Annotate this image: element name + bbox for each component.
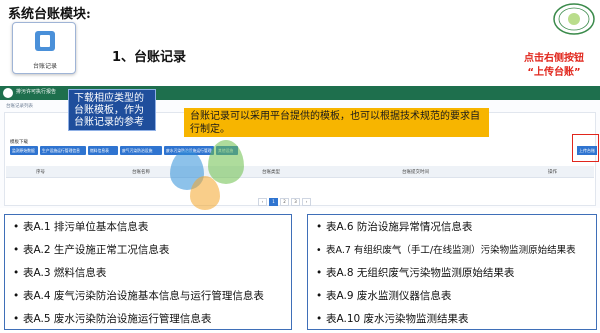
upload-ledger-button[interactable]: 上传台账 [577,146,597,155]
watermark-drop-orange-icon [190,176,220,210]
app-logo-icon [3,88,13,98]
list-item-text: 表A.8 无组织废气污染物监测原始结果表 [326,267,515,279]
column-header-index: 序号 [36,170,45,175]
list-item: • 表A.9 废水监测仪器信息表 [316,290,452,302]
pager-page-1[interactable]: 1 [269,198,278,206]
list-item: • 表A.8 无组织废气污染物监测原始结果表 [316,267,515,279]
template-button-2[interactable]: 生产设施运行管理信息 [40,146,86,155]
list-item-text: 表A.2 生产设施正常工况信息表 [23,244,170,256]
column-header-type: 台账类型 [262,170,280,175]
list-item: • 表A.7 有组织废气（手工/在线监测）污染物监测原始结果表 [316,245,576,256]
list-item-text: 表A.7 有组织废气（手工/在线监测）污染物监测原始结果表 [326,245,576,256]
list-item-text: 表A.10 废水污染物监测结果表 [326,313,469,325]
list-item: • 表A.3 燃料信息表 [13,267,107,279]
list-item-text: 表A.5 废水污染防治设施运行管理信息表 [23,313,212,325]
module-card-ledger[interactable]: 台账记录 [12,22,76,74]
list-item: • 表A.4 废气污染防治设施基本信息与运行管理信息表 [13,290,264,302]
list-item: • 表A.2 生产设施正常工况信息表 [13,244,170,256]
template-callout: 下载相应类型的台账模板，作为台账记录的参考 [68,89,156,131]
watermark-drop-green-icon [208,140,244,184]
column-header-name: 台账名称 [132,170,150,175]
column-header-actions: 操作 [548,170,557,175]
pager-page-3[interactable]: 3 [291,198,300,206]
page-title: 系统台账模块: [8,7,91,22]
upload-instruction-line1: 点击右侧按钮 [524,53,584,64]
app-title: 排污许可执行报告 [16,89,57,95]
table-header [6,166,594,178]
list-item: • 表A.10 废水污染物监测结果表 [316,313,469,325]
list-item: • 表A.5 废水污染防治设施运行管理信息表 [13,313,212,325]
template-button-4[interactable]: 废气污染防治设施 [120,146,162,155]
list-item-text: 表A.4 废气污染防治设施基本信息与运行管理信息表 [23,290,264,302]
module-label: 台账记录 [32,63,57,70]
seal-logo-icon [553,3,595,35]
list-item: • 表A.1 排污单位基本信息表 [13,221,149,233]
table-list-left: • 表A.1 排污单位基本信息表 • 表A.2 生产设施正常工况信息表 • 表A.3 … [4,214,292,330]
list-item-text: 表A.3 燃料信息表 [23,267,107,279]
list-item: • 表A.6 防治设施异常情况信息表 [316,221,473,233]
table-list-right: • 表A.6 防治设施异常情况信息表 • 表A.7 有组织废气（手工/在线监测）污染… [307,214,597,330]
upload-instruction-line2: “上传台账” [527,67,581,78]
template-button-1[interactable]: 监测原始数据 [10,146,38,155]
column-header-submit-time: 台账提交时间 [402,170,429,175]
upload-instruction: 点击右侧按钮 “上传台账” [508,52,600,80]
list-item-text: 表A.1 排污单位基本信息表 [23,221,149,233]
pager-page-2[interactable]: 2 [280,198,289,206]
section-heading: 1、台账记录 [112,50,187,65]
ledger-icon [35,31,55,51]
pager-prev[interactable]: ‹ [258,198,267,206]
template-download-label: 模板下载 [10,140,28,145]
pager-next[interactable]: › [302,198,311,206]
list-item-text: 表A.6 防治设施异常情况信息表 [326,221,473,233]
list-item-text: 表A.9 废水监测仪器信息表 [326,290,452,302]
template-button-3[interactable]: 燃料信息表 [88,146,118,155]
template-note-callout: 台账记录可以采用平台提供的模板，也可以根据技术规范的要求自行制定。 [184,108,489,137]
breadcrumb: 台账记录列表 [6,104,33,109]
